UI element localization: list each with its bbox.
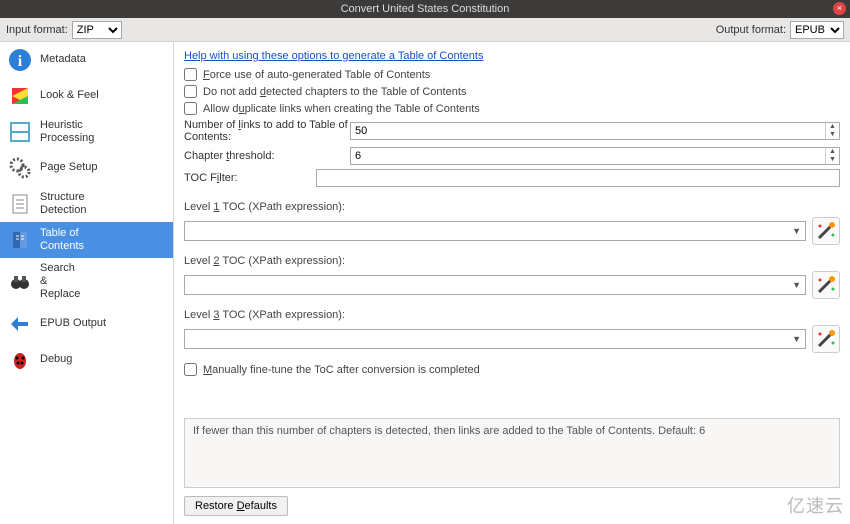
content-pane: Help with using these options to generat… (174, 42, 850, 524)
restore-defaults-button[interactable]: Restore Defaults (184, 496, 288, 516)
level3-label: Level 3 TOC (XPath expression): (184, 309, 840, 321)
spin-down-icon[interactable]: ▼ (826, 156, 839, 164)
binoculars-icon (6, 268, 34, 296)
sidebar: i Metadata Look & Feel Heuristic Process… (0, 42, 174, 524)
level3-combo[interactable]: ▼ (184, 329, 806, 349)
force-toc-checkbox[interactable] (184, 68, 197, 81)
bug-icon (6, 346, 34, 374)
sidebar-item-label: Look & Feel (40, 89, 99, 102)
help-link[interactable]: Help with using these options to generat… (184, 50, 840, 62)
toc-filter-input[interactable] (316, 169, 840, 187)
no-add-chapters-label: Do not add detected chapters to the Tabl… (203, 86, 466, 98)
sidebar-item-label: Search & Replace (40, 262, 80, 302)
threshold-label: Chapter threshold: (184, 150, 350, 162)
sidebar-item-look-feel[interactable]: Look & Feel (0, 78, 173, 114)
titlebar: Convert United States Constitution × (0, 0, 850, 18)
input-format-label: Input format: (6, 24, 68, 36)
num-links-label: Number of links to add to Table of Conte… (184, 119, 350, 143)
chevron-down-icon: ▼ (792, 226, 801, 236)
document-icon (6, 190, 34, 218)
sidebar-item-label: Debug (40, 353, 72, 366)
wand-icon (815, 328, 837, 350)
format-bar: Input format: ZIP Output format: EPUB (0, 18, 850, 42)
sidebar-item-label: Page Setup (40, 161, 98, 174)
threshold-spinbox[interactable]: ▲▼ (350, 147, 840, 165)
output-format-select[interactable]: EPUB (790, 21, 844, 39)
close-icon[interactable]: × (833, 2, 846, 15)
manual-finetune-label: Manually fine-tune the ToC after convers… (203, 364, 480, 376)
level1-wizard-button[interactable] (812, 217, 840, 245)
sidebar-item-epub-output[interactable]: EPUB Output (0, 306, 173, 342)
arrow-left-icon (6, 310, 34, 338)
level1-label: Level 1 TOC (XPath expression): (184, 201, 840, 213)
info-icon: i (6, 46, 34, 74)
sidebar-item-toc[interactable]: Table of Contents (0, 222, 173, 258)
num-links-input[interactable] (351, 123, 825, 139)
level2-combo[interactable]: ▼ (184, 275, 806, 295)
sidebar-item-label: Heuristic Processing (40, 119, 94, 145)
spin-up-icon[interactable]: ▲ (826, 148, 839, 156)
scan-icon (6, 118, 34, 146)
svg-text:i: i (18, 53, 23, 70)
no-add-chapters-checkbox[interactable] (184, 85, 197, 98)
spin-down-icon[interactable]: ▼ (826, 131, 839, 139)
palette-icon (6, 82, 34, 110)
sidebar-item-label: Table of Contents (40, 227, 84, 253)
sidebar-item-label: Metadata (40, 53, 86, 66)
sidebar-item-structure[interactable]: Structure Detection (0, 186, 173, 222)
level2-wizard-button[interactable] (812, 271, 840, 299)
manual-finetune-checkbox[interactable] (184, 363, 197, 376)
sidebar-item-page-setup[interactable]: Page Setup (0, 150, 173, 186)
sidebar-item-label: Structure Detection (40, 191, 86, 217)
output-format-label: Output format: (716, 24, 786, 36)
sidebar-item-heuristic[interactable]: Heuristic Processing (0, 114, 173, 150)
allow-duplicate-checkbox[interactable] (184, 102, 197, 115)
level2-label: Level 2 TOC (XPath expression): (184, 255, 840, 267)
level3-wizard-button[interactable] (812, 325, 840, 353)
gears-icon (6, 154, 34, 182)
level1-combo[interactable]: ▼ (184, 221, 806, 241)
wand-icon (815, 220, 837, 242)
num-links-spinbox[interactable]: ▲▼ (350, 122, 840, 140)
book-icon (6, 226, 34, 254)
window-title: Convert United States Constitution (341, 3, 510, 15)
wand-icon (815, 274, 837, 296)
sidebar-item-label: EPUB Output (40, 317, 106, 330)
toc-filter-label: TOC Filter: (184, 172, 316, 184)
spin-up-icon[interactable]: ▲ (826, 123, 839, 131)
sidebar-item-debug[interactable]: Debug (0, 342, 173, 378)
force-toc-label: Force use of auto-generated Table of Con… (203, 69, 430, 81)
threshold-input[interactable] (351, 148, 825, 164)
sidebar-item-metadata[interactable]: i Metadata (0, 42, 173, 78)
sidebar-item-search-replace[interactable]: Search & Replace (0, 258, 173, 306)
chevron-down-icon: ▼ (792, 334, 801, 344)
hint-box: If fewer than this number of chapters is… (184, 418, 840, 488)
chevron-down-icon: ▼ (792, 280, 801, 290)
allow-duplicate-label: Allow duplicate links when creating the … (203, 103, 480, 115)
input-format-select[interactable]: ZIP (72, 21, 122, 39)
